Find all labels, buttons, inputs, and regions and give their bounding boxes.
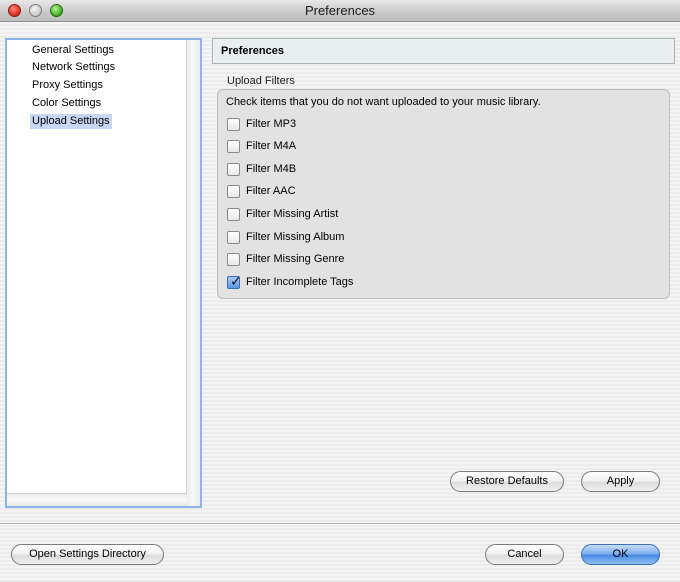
- tree-item-proxy-settings[interactable]: Proxy Settings: [30, 78, 105, 93]
- tree-item-general-settings[interactable]: General Settings: [30, 43, 116, 58]
- filter-aac-checkbox[interactable]: [227, 185, 240, 198]
- filter-m4a-checkbox[interactable]: [227, 140, 240, 153]
- tree-item-upload-settings[interactable]: Upload Settings: [30, 114, 112, 129]
- restore-defaults-button[interactable]: Restore Defaults: [450, 471, 564, 492]
- tree-item-network-settings[interactable]: Network Settings: [30, 60, 117, 75]
- filter-missing-genre-label: Filter Missing Genre: [246, 253, 345, 265]
- cancel-button[interactable]: Cancel: [485, 544, 564, 565]
- filter-missing-album-label: Filter Missing Album: [246, 231, 345, 243]
- tree-item-color-settings[interactable]: Color Settings: [30, 96, 103, 111]
- tree-vertical-scrollbar[interactable]: [186, 40, 200, 506]
- checkmark-icon: ✓: [230, 273, 242, 289]
- upload-filters-instructions: Check items that you do not want uploade…: [226, 96, 541, 108]
- filter-aac-label: Filter AAC: [246, 185, 296, 197]
- filter-missing-artist-label: Filter Missing Artist: [246, 208, 339, 220]
- filter-incomplete-tags-label: Filter Incomplete Tags: [246, 276, 354, 288]
- filter-missing-genre-checkbox[interactable]: [227, 253, 240, 266]
- tree-horizontal-scrollbar[interactable]: [7, 493, 187, 506]
- settings-tree[interactable]: General Settings Network Settings Proxy …: [5, 38, 202, 508]
- footer-divider: [0, 523, 680, 525]
- preferences-window: Preferences General Settings Network Set…: [0, 0, 680, 582]
- open-settings-directory-button[interactable]: Open Settings Directory: [11, 544, 164, 565]
- title-bar: Preferences: [0, 0, 680, 22]
- upload-filters-title: Upload Filters: [227, 75, 295, 87]
- filter-incomplete-tags-checkbox[interactable]: ✓: [227, 273, 242, 289]
- ok-button[interactable]: OK: [581, 544, 660, 565]
- filter-m4a-label: Filter M4A: [246, 140, 297, 152]
- settings-tree-list: General Settings Network Settings Proxy …: [8, 41, 187, 494]
- filter-m4b-label: Filter M4B: [246, 163, 297, 175]
- apply-button[interactable]: Apply: [581, 471, 660, 492]
- window-title: Preferences: [304, 3, 376, 18]
- filter-missing-album-checkbox[interactable]: [227, 231, 240, 244]
- filter-mp3-checkbox[interactable]: [227, 118, 240, 131]
- filter-missing-artist-checkbox[interactable]: [227, 208, 240, 221]
- panel-header: Preferences: [212, 38, 675, 64]
- filter-m4b-checkbox[interactable]: [227, 163, 240, 176]
- filter-mp3-label: Filter MP3: [246, 118, 297, 130]
